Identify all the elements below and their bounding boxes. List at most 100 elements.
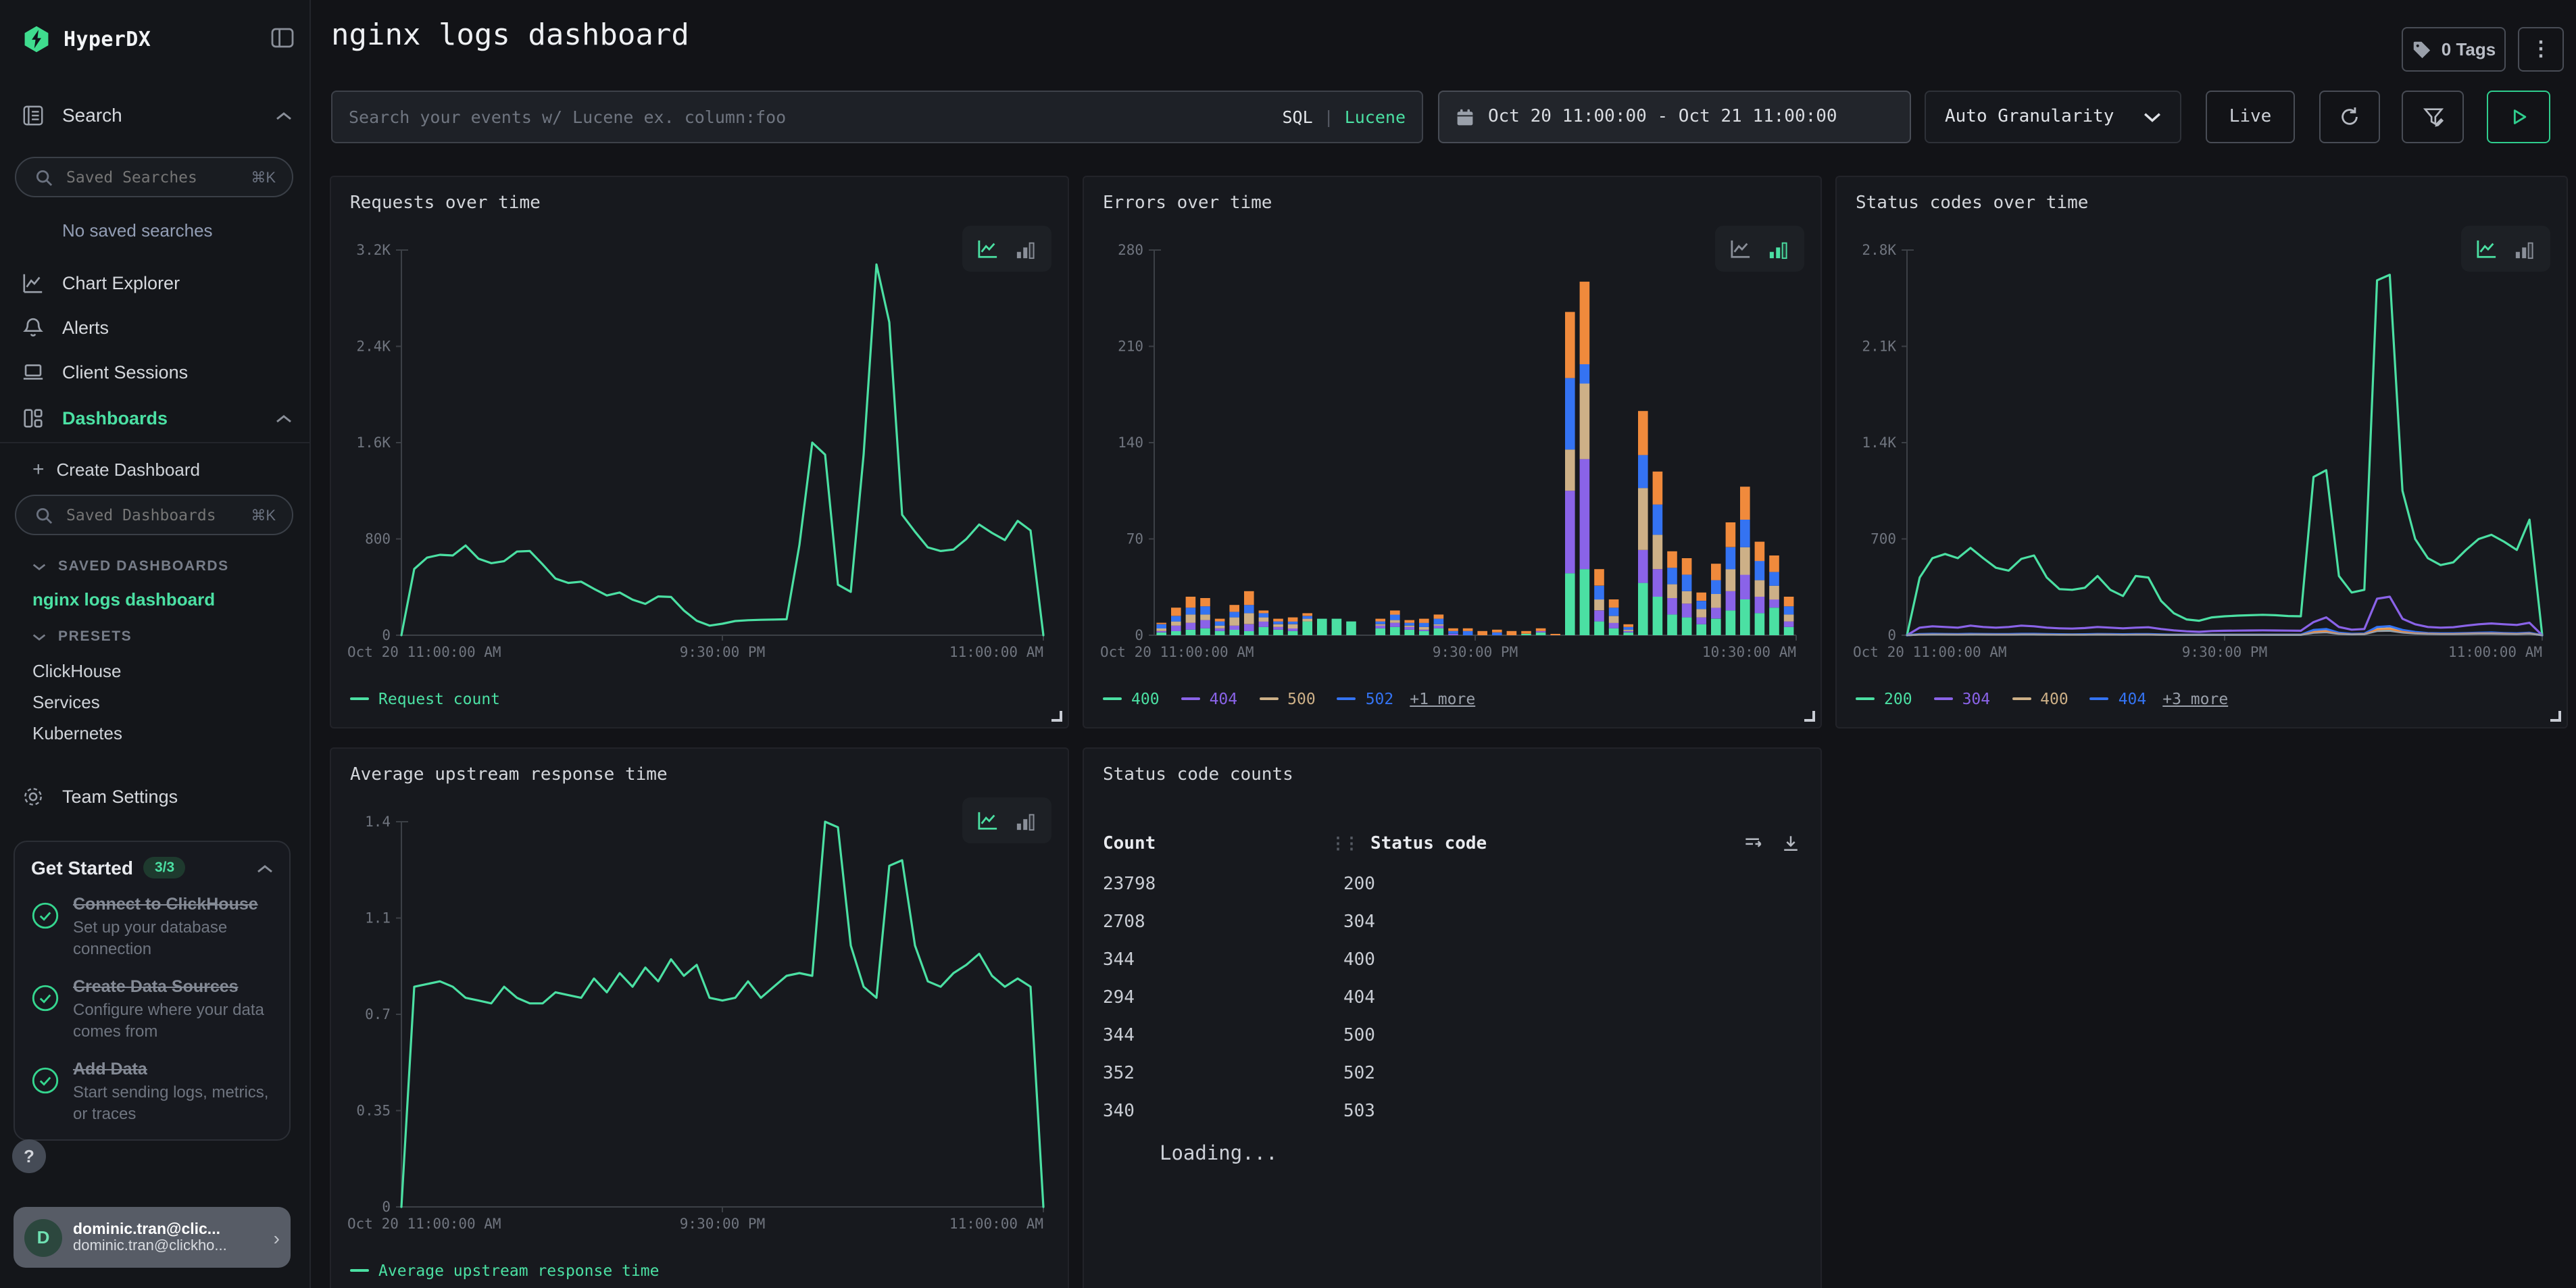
collapse-sidebar-icon[interactable] xyxy=(270,26,295,52)
resize-handle[interactable] xyxy=(2550,711,2561,722)
cell-count: 344 xyxy=(1103,949,1343,970)
legend-item: Request count xyxy=(350,689,500,708)
bar-chart-toggle-icon[interactable] xyxy=(1014,810,1038,831)
chart-canvas: 00.350.71.11.4Oct 20 11:00:00 AM9:30:00 … xyxy=(345,811,1054,1234)
line-chart-toggle-icon[interactable] xyxy=(1729,239,1753,259)
table-row[interactable]: 344400 xyxy=(1103,941,1802,979)
download-icon[interactable] xyxy=(1780,833,1802,854)
saved-searches-input[interactable]: ⌘K xyxy=(15,157,293,197)
legend-label: 400 xyxy=(2040,689,2069,708)
legend-label: 502 xyxy=(1366,689,1394,708)
sidebar-item-nginx-dashboard[interactable]: nginx logs dashboard xyxy=(0,584,311,614)
line-chart-toggle-icon[interactable] xyxy=(2475,239,2499,259)
tags-button[interactable]: 0 Tags xyxy=(2402,27,2506,72)
chart-type-toggle xyxy=(2461,226,2550,272)
svg-text:210: 210 xyxy=(1118,339,1143,355)
event-search-bar[interactable]: SQL | Lucene xyxy=(331,91,1423,143)
chart-title: Status codes over time xyxy=(1856,193,2088,214)
get-started-item[interactable]: Connect to ClickHouse Set up your databa… xyxy=(31,893,273,961)
svg-text:1.1: 1.1 xyxy=(365,910,391,926)
table-row[interactable]: 340503 xyxy=(1103,1092,1802,1130)
table-title: Status code counts xyxy=(1103,765,1293,785)
sidebar-item-alerts[interactable]: Alerts xyxy=(0,308,311,346)
bar-chart-toggle-icon[interactable] xyxy=(1766,239,1791,259)
svg-text:Oct 20 11:00:00 AM: Oct 20 11:00:00 AM xyxy=(347,1216,501,1232)
row-settings-icon[interactable] xyxy=(1742,833,1764,854)
bar-chart-toggle-icon[interactable] xyxy=(1014,239,1038,259)
search-input[interactable] xyxy=(349,107,1282,127)
cell-status-code: 400 xyxy=(1343,949,1375,970)
status-table-body: 2379820027083043444002944043445003525023… xyxy=(1103,865,1802,1130)
legend-label: 404 xyxy=(2119,689,2147,708)
check-circle-icon xyxy=(31,901,59,930)
svg-text:2.1K: 2.1K xyxy=(1862,339,1896,355)
saved-searches-field[interactable] xyxy=(66,168,251,187)
more-options-button[interactable]: ⋮ xyxy=(2518,27,2564,72)
run-query-button[interactable] xyxy=(2487,91,2550,143)
table-row[interactable]: 2708304 xyxy=(1103,903,1802,941)
table-row[interactable]: 23798200 xyxy=(1103,865,1802,903)
gear-icon xyxy=(22,785,45,808)
sidebar-item-kubernetes[interactable]: Kubernetes xyxy=(0,718,311,747)
saved-dashboards-header[interactable]: SAVED DASHBOARDS xyxy=(0,554,311,578)
table-row[interactable]: 294404 xyxy=(1103,979,1802,1016)
sidebar-item-services[interactable]: Services xyxy=(0,687,311,716)
get-started-item[interactable]: Add Data Start sending logs, metrics, or… xyxy=(31,1058,273,1126)
sidebar-item-client-sessions[interactable]: Client Sessions xyxy=(0,353,311,391)
user-menu[interactable]: D dominic.tran@clic... dominic.tran@clic… xyxy=(14,1207,291,1268)
legend-more-link[interactable]: +1 more xyxy=(1410,689,1475,708)
no-saved-searches: No saved searches xyxy=(0,216,311,243)
legend-label: 304 xyxy=(1962,689,1991,708)
svg-text:11:00:00 AM: 11:00:00 AM xyxy=(2448,644,2542,660)
column-header-count[interactable]: Count xyxy=(1103,833,1330,853)
get-started-item[interactable]: Create Data Sources Configure where your… xyxy=(31,976,273,1043)
search-icon xyxy=(32,168,55,186)
filter-button[interactable] xyxy=(2402,91,2464,143)
legend-swatch xyxy=(1337,697,1356,701)
lucene-toggle[interactable]: Lucene xyxy=(1345,107,1406,127)
column-drag-handle[interactable]: ⋮⋮ xyxy=(1330,834,1357,853)
sidebar-item-team-settings[interactable]: Team Settings xyxy=(0,778,311,814)
line-chart-toggle-icon[interactable] xyxy=(976,810,1000,831)
table-row[interactable]: 352502 xyxy=(1103,1054,1802,1092)
loading-indicator: Loading... xyxy=(1160,1143,1278,1165)
resize-handle[interactable] xyxy=(1804,711,1815,722)
sidebar-item-chart-explorer[interactable]: Chart Explorer xyxy=(0,264,311,301)
create-dashboard-button[interactable]: + Create Dashboard xyxy=(0,451,311,487)
legend-swatch xyxy=(1856,697,1875,701)
refresh-button[interactable] xyxy=(2319,91,2380,143)
sidebar-item-dashboards[interactable]: Dashboards xyxy=(0,399,311,437)
legend-item: 304 xyxy=(1934,689,1991,708)
sidebar-item-search[interactable]: Search xyxy=(0,97,311,132)
legend-label: 500 xyxy=(1287,689,1316,708)
user-name: dominic.tran@clic... xyxy=(73,1221,274,1237)
granularity-select[interactable]: Auto Granularity xyxy=(1925,91,2181,143)
chevron-up-icon[interactable] xyxy=(257,858,273,878)
table-row[interactable]: 344500 xyxy=(1103,1016,1802,1054)
cell-status-code: 503 xyxy=(1343,1101,1375,1121)
resize-handle[interactable] xyxy=(1051,711,1062,722)
cell-count: 352 xyxy=(1103,1063,1343,1083)
help-button[interactable]: ? xyxy=(12,1139,46,1173)
saved-dashboards-field[interactable] xyxy=(66,505,251,524)
bar-chart-toggle-icon[interactable] xyxy=(2512,239,2537,259)
line-chart-toggle-icon[interactable] xyxy=(976,239,1000,259)
sql-toggle[interactable]: SQL xyxy=(1282,107,1312,127)
sidebar-item-clickhouse[interactable]: ClickHouse xyxy=(0,655,311,685)
kebab-icon: ⋮ xyxy=(2531,39,2551,59)
chevron-up-icon xyxy=(276,407,292,428)
language-divider: | xyxy=(1324,107,1334,127)
saved-dashboards-input[interactable]: ⌘K xyxy=(15,495,293,535)
cell-status-code: 404 xyxy=(1343,987,1375,1008)
legend-more-link[interactable]: +3 more xyxy=(2162,689,2228,708)
svg-text:9:30:00 PM: 9:30:00 PM xyxy=(2182,644,2267,660)
svg-text:1.4K: 1.4K xyxy=(1862,435,1896,451)
time-range-picker[interactable]: Oct 20 11:00:00 - Oct 21 11:00:00 xyxy=(1438,91,1911,143)
logo-row: HyperDX xyxy=(0,19,311,59)
dashboards-icon xyxy=(22,406,45,429)
live-button[interactable]: Live xyxy=(2206,91,2295,143)
column-header-status-code[interactable]: Status code xyxy=(1370,833,1487,853)
svg-text:9:30:00 PM: 9:30:00 PM xyxy=(680,1216,765,1232)
presets-header[interactable]: PRESETS xyxy=(0,624,311,649)
cell-status-code: 500 xyxy=(1343,1025,1375,1045)
